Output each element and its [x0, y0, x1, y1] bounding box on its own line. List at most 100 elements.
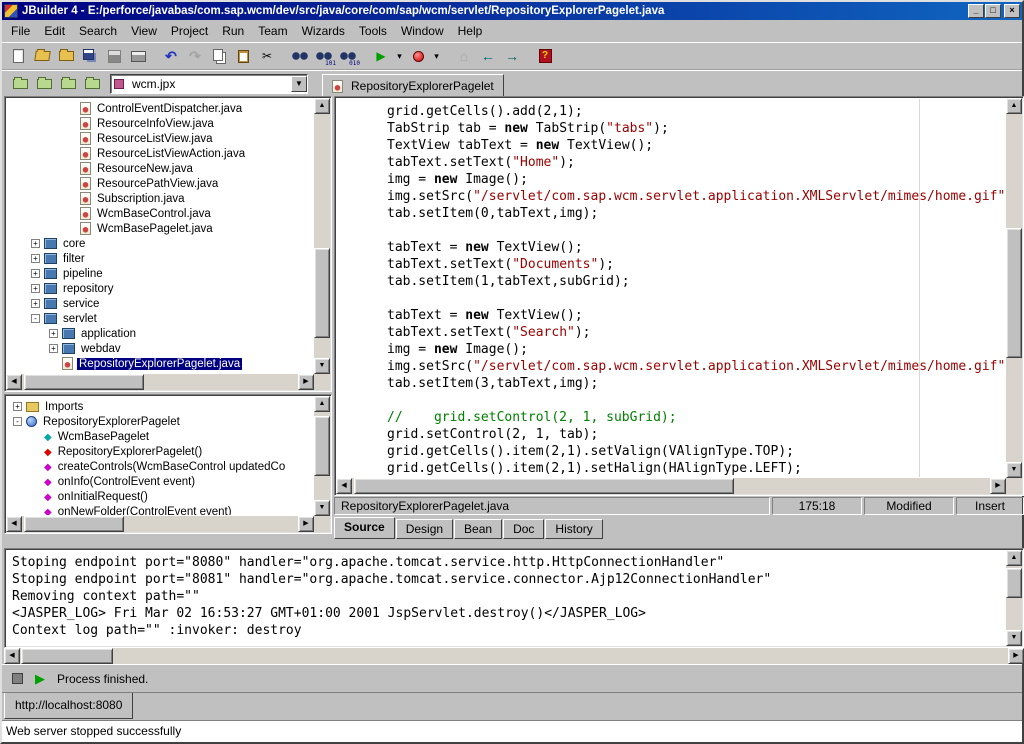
scroll-up-button[interactable]: ▲: [1006, 98, 1022, 114]
project-tree-pane[interactable]: ControlEventDispatcher.javaResourceInfoV…: [4, 96, 332, 392]
tree-item-repositoryexplorerpagelet[interactable]: RepositoryExplorerPagelet(): [7, 444, 313, 459]
save-button[interactable]: [102, 45, 126, 68]
rerun-button[interactable]: ▶: [35, 671, 45, 687]
scrollbar-thumb[interactable]: [1006, 568, 1022, 598]
scroll-right-button[interactable]: ▶: [990, 478, 1006, 494]
structure-scrollbar-vertical[interactable]: ▲▼: [314, 396, 330, 516]
debug-button[interactable]: [406, 45, 430, 68]
scroll-up-button[interactable]: ▲: [1006, 550, 1022, 566]
tree-item-repositoryexplorerpagelet[interactable]: -RepositoryExplorerPagelet: [7, 414, 313, 429]
cut-button[interactable]: ✂: [255, 45, 279, 68]
back-button[interactable]: ←: [476, 45, 500, 68]
code-editor-scrollbar-horizontal[interactable]: ◀▶: [336, 478, 1006, 494]
forward-button[interactable]: →: [500, 45, 524, 68]
close-file-button[interactable]: [54, 45, 78, 68]
scrollbar-thumb[interactable]: [314, 248, 330, 338]
maximize-button[interactable]: □: [985, 4, 1001, 18]
open-file-button[interactable]: [30, 45, 54, 68]
tree-item-resourcelistviewaction-java[interactable]: ResourceListViewAction.java: [7, 146, 313, 161]
refresh-button[interactable]: [80, 72, 104, 95]
tree-item-application[interactable]: +application: [7, 326, 313, 341]
tab-design[interactable]: Design: [396, 519, 453, 539]
tree-item-repository[interactable]: +repository: [7, 281, 313, 296]
tree-item-resourcelistview-java[interactable]: ResourceListView.java: [7, 131, 313, 146]
tree-item-webdav[interactable]: +webdav: [7, 341, 313, 356]
file-tab[interactable]: RepositoryExplorerPagelet: [322, 74, 504, 98]
remove-files-button[interactable]: [56, 72, 80, 95]
code-editor[interactable]: grid.getCells().add(2,1);TabStrip tab = …: [337, 99, 1005, 477]
menu-help[interactable]: Help: [451, 21, 490, 41]
run-button[interactable]: ▶: [369, 45, 393, 68]
copy-button[interactable]: [207, 45, 231, 68]
scroll-right-button[interactable]: ▶: [298, 516, 314, 532]
expander-collapsed[interactable]: +: [31, 299, 40, 308]
console-scrollbar-horizontal[interactable]: ◀ ▶: [4, 648, 1024, 664]
scroll-left-button[interactable]: ◀: [336, 478, 352, 494]
scroll-up-button[interactable]: ▲: [314, 98, 330, 114]
scroll-up-button[interactable]: ▲: [314, 396, 330, 412]
scrollbar-thumb[interactable]: [21, 648, 113, 664]
expander-collapsed[interactable]: +: [31, 269, 40, 278]
tree-item-servlet[interactable]: -servlet: [7, 311, 313, 326]
menu-tools[interactable]: Tools: [352, 21, 394, 41]
tree-item-oninfo-controlevent-event[interactable]: onInfo(ControlEvent event): [7, 474, 313, 489]
tree-item-resourcepathview-java[interactable]: ResourcePathView.java: [7, 176, 313, 191]
tab-source[interactable]: Source: [334, 517, 395, 539]
menu-edit[interactable]: Edit: [37, 21, 72, 41]
expander-collapsed[interactable]: +: [31, 284, 40, 293]
help-button[interactable]: ?: [533, 45, 557, 68]
scroll-right-button[interactable]: ▶: [1008, 648, 1024, 664]
menu-wizards[interactable]: Wizards: [295, 21, 352, 41]
home-button[interactable]: ⌂: [452, 45, 476, 68]
scroll-down-button[interactable]: ▼: [314, 358, 330, 374]
message-pane[interactable]: Stoping endpoint port="8080" handler="or…: [4, 548, 1024, 648]
expander-collapsed[interactable]: +: [49, 344, 58, 353]
expander-expanded[interactable]: -: [13, 417, 22, 426]
tree-item-wcmbasepagelet-java[interactable]: WcmBasePagelet.java: [7, 221, 313, 236]
message-scrollbar-vertical[interactable]: ▲▼: [1006, 550, 1022, 646]
stop-button[interactable]: [12, 673, 23, 684]
project-tree-scrollbar-horizontal[interactable]: ◀▶: [6, 374, 314, 390]
run-dropdown-button[interactable]: ▾: [393, 45, 406, 68]
minimize-button[interactable]: _: [968, 4, 984, 18]
expander-expanded[interactable]: -: [31, 314, 40, 323]
scrollbar-thumb[interactable]: [1006, 228, 1022, 358]
scrollbar-thumb[interactable]: [24, 374, 144, 390]
scroll-down-button[interactable]: ▼: [1006, 630, 1022, 646]
tab-localhost[interactable]: http://localhost:8080: [4, 693, 133, 719]
code-editor-scrollbar-vertical[interactable]: ▲▼: [1006, 98, 1022, 478]
menu-run[interactable]: Run: [215, 21, 251, 41]
scrollbar-thumb[interactable]: [24, 516, 124, 532]
expander-collapsed[interactable]: +: [31, 254, 40, 263]
project-selector-dropdown[interactable]: ▼: [291, 76, 307, 92]
tree-item-resourcenew-java[interactable]: ResourceNew.java: [7, 161, 313, 176]
redo-button[interactable]: ↷: [183, 45, 207, 68]
new-file-button[interactable]: [6, 45, 30, 68]
close-project-button[interactable]: [8, 72, 32, 95]
menu-view[interactable]: View: [124, 21, 164, 41]
tree-item-repositoryexplorerpagelet-java[interactable]: RepositoryExplorerPagelet.java: [7, 356, 313, 371]
scrollbar-thumb[interactable]: [314, 416, 330, 476]
scroll-left-button[interactable]: ◀: [4, 648, 20, 664]
structure-pane[interactable]: +Imports-RepositoryExplorerPageletWcmBas…: [4, 394, 332, 534]
tab-doc[interactable]: Doc: [503, 519, 544, 539]
search-replace-button[interactable]: 101: [312, 45, 336, 68]
close-button[interactable]: ×: [1004, 4, 1020, 18]
project-tree-scrollbar-vertical[interactable]: ▲▼: [314, 98, 330, 374]
paste-button[interactable]: [231, 45, 255, 68]
menu-search[interactable]: Search: [72, 21, 124, 41]
menu-project[interactable]: Project: [164, 21, 215, 41]
tree-item-imports[interactable]: +Imports: [7, 399, 313, 414]
tree-item-controleventdispatcher-java[interactable]: ControlEventDispatcher.java: [7, 101, 313, 116]
tree-item-oninitialrequest[interactable]: onInitialRequest(): [7, 489, 313, 504]
scroll-left-button[interactable]: ◀: [6, 516, 22, 532]
tree-item-core[interactable]: +core: [7, 236, 313, 251]
tree-item-filter[interactable]: +filter: [7, 251, 313, 266]
expander-collapsed[interactable]: +: [49, 329, 58, 338]
menu-file[interactable]: File: [4, 21, 37, 41]
undo-button[interactable]: ↶: [159, 45, 183, 68]
scroll-left-button[interactable]: ◀: [6, 374, 22, 390]
expander-collapsed[interactable]: +: [31, 239, 40, 248]
scroll-down-button[interactable]: ▼: [1006, 462, 1022, 478]
save-all-button[interactable]: [78, 45, 102, 68]
